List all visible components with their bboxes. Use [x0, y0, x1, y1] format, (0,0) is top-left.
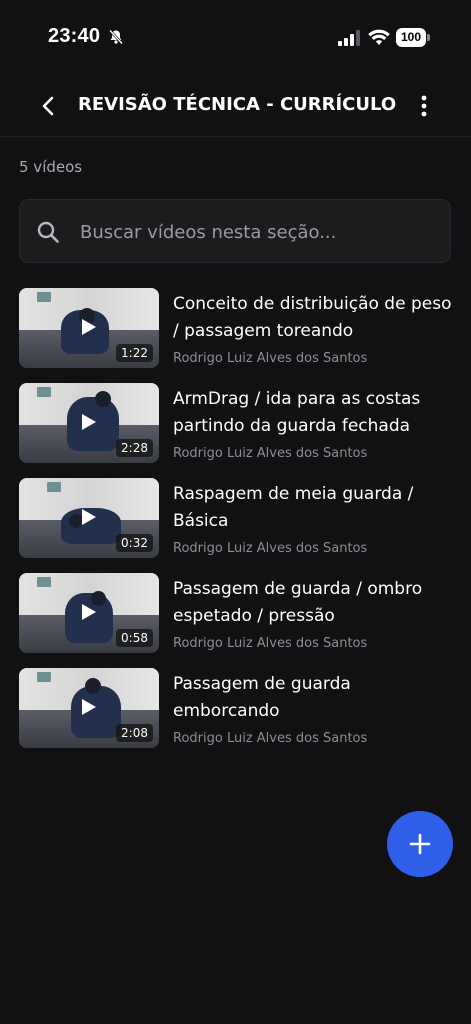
- video-item[interactable]: 2:28 ArmDrag / ida para as costas partin…: [0, 383, 471, 478]
- more-vertical-icon: [421, 95, 427, 117]
- video-author: Rodrigo Luiz Alves dos Santos: [173, 636, 368, 651]
- battery-level: 100: [396, 28, 426, 47]
- video-duration: 2:08: [116, 724, 153, 742]
- video-author: Rodrigo Luiz Alves dos Santos: [173, 731, 368, 746]
- video-thumbnail[interactable]: 2:08: [19, 668, 159, 748]
- video-duration: 0:32: [116, 534, 153, 552]
- add-video-button[interactable]: [387, 811, 453, 877]
- video-thumbnail[interactable]: 0:32: [19, 478, 159, 558]
- video-thumbnail[interactable]: 1:22: [19, 288, 159, 368]
- status-time: 23:40: [48, 25, 101, 47]
- video-item[interactable]: 1:22 Conceito de distribuição de peso / …: [0, 288, 471, 383]
- video-duration: 2:28: [116, 439, 153, 457]
- video-duration: 0:58: [116, 629, 153, 647]
- search-input[interactable]: [80, 218, 430, 246]
- video-title: ArmDrag / ida para as costas partindo da…: [173, 389, 421, 436]
- video-thumbnail[interactable]: 2:28: [19, 383, 159, 463]
- status-bar: 23:40 100: [0, 0, 471, 76]
- wifi-icon: [368, 29, 390, 45]
- play-icon: [82, 699, 96, 715]
- video-title: Raspagem de meia guarda / Básica: [173, 484, 414, 531]
- bell-slash-icon: [109, 29, 123, 45]
- video-author: Rodrigo Luiz Alves dos Santos: [173, 351, 368, 366]
- battery-icon: 100: [396, 28, 430, 47]
- video-title: Passagem de guarda / ombro espetado / pr…: [173, 579, 423, 626]
- play-icon: [82, 509, 96, 525]
- signal-icon: [338, 30, 360, 46]
- video-title: Conceito de distribuição de peso / passa…: [173, 294, 452, 341]
- play-icon: [82, 414, 96, 430]
- search-icon: [37, 221, 59, 243]
- app-header: REVISÃO TÉCNICA - CURRÍCULO: [0, 76, 471, 137]
- video-author: Rodrigo Luiz Alves dos Santos: [173, 541, 368, 556]
- back-button[interactable]: [34, 92, 62, 120]
- plus-icon: [409, 833, 431, 855]
- search-box[interactable]: [19, 199, 451, 263]
- video-item[interactable]: 0:58 Passagem de guarda / ombro espetado…: [0, 573, 471, 668]
- video-duration: 1:22: [116, 344, 153, 362]
- chevron-left-icon: [42, 96, 54, 116]
- more-options-button[interactable]: [410, 92, 438, 120]
- video-list: 1:22 Conceito de distribuição de peso / …: [0, 288, 471, 763]
- play-icon: [82, 319, 96, 335]
- video-title: Passagem de guarda emborcando: [173, 674, 351, 721]
- page-title: REVISÃO TÉCNICA - CURRÍCULO: [78, 94, 397, 115]
- video-item[interactable]: 2:08 Passagem de guarda emborcando Rodri…: [0, 668, 471, 763]
- video-count: 5 vídeos: [19, 158, 83, 176]
- video-author: Rodrigo Luiz Alves dos Santos: [173, 446, 368, 461]
- video-thumbnail[interactable]: 0:58: [19, 573, 159, 653]
- play-icon: [82, 604, 96, 620]
- video-item[interactable]: 0:32 Raspagem de meia guarda / Básica Ro…: [0, 478, 471, 573]
